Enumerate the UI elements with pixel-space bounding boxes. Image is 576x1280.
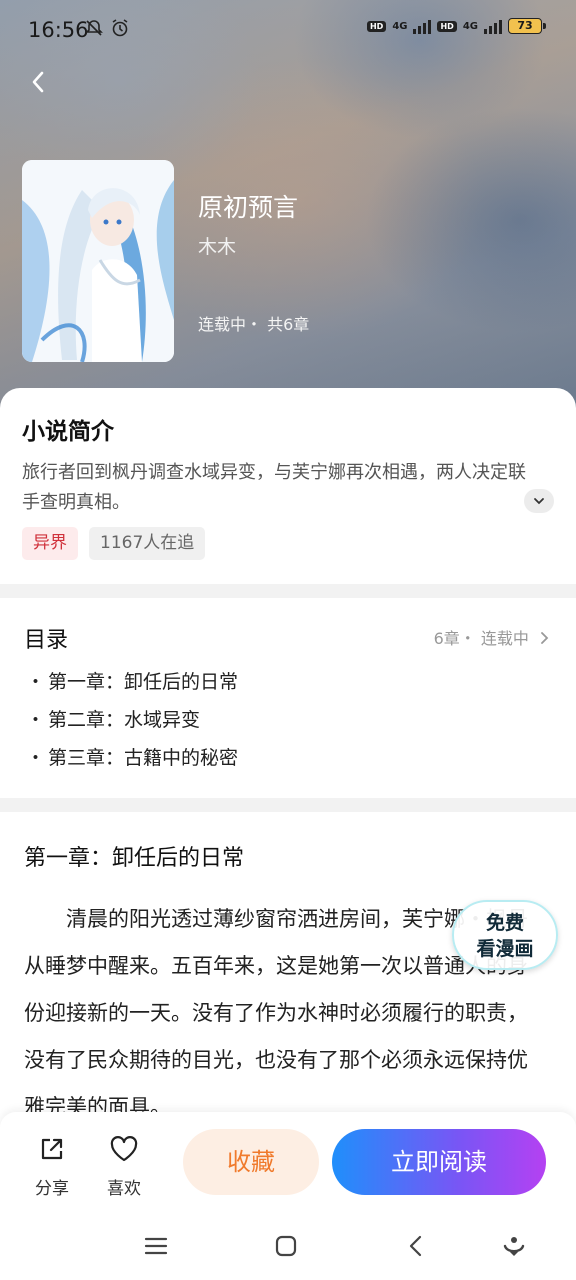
hd-icon: HD [366, 20, 387, 32]
intro-heading: 小说简介 [22, 419, 114, 445]
book-title: 原初预言 [198, 193, 299, 222]
like-label: 喜欢 [107, 1179, 141, 1199]
book-author[interactable]: 木木 [198, 232, 236, 259]
favorite-button[interactable]: 收藏 [183, 1129, 319, 1195]
share-button[interactable]: 分享 [22, 1134, 82, 1199]
bell-muted-icon [85, 20, 103, 36]
back-button[interactable] [22, 64, 58, 100]
share-icon [41, 1138, 63, 1160]
bullet: ・ [26, 671, 46, 693]
menu-icon [144, 1237, 168, 1255]
hd-icon: HD [437, 20, 457, 32]
badge-line-1: 免费 [485, 912, 524, 934]
free-comic-badge[interactable]: 免费 看漫画 [452, 900, 558, 970]
status-notification-icons [84, 18, 130, 38]
status-bar: 16:56 HD 4G HD 4G 73 [0, 0, 576, 60]
catalog-heading: 目录 [24, 628, 69, 653]
chapter-item[interactable]: ・第三章：古籍中的秘密 [26, 742, 238, 780]
nav-assistant-button[interactable] [498, 1230, 530, 1262]
like-button[interactable]: 喜欢 [94, 1134, 154, 1199]
intro-section: 小说简介 旅行者回到枫丹调查水域异变，与芙宁娜再次相遇，两人决定联手查明真相。 … [0, 388, 576, 584]
preview-chapter-title: 第一章：卸任后的日常 [24, 846, 245, 871]
system-nav-bar [0, 1212, 576, 1280]
book-cover[interactable] [22, 160, 174, 362]
nav-back-button[interactable] [400, 1230, 432, 1262]
share-label: 分享 [35, 1179, 69, 1199]
nav-home-button[interactable] [270, 1230, 302, 1262]
chapter-title: 第三章：古籍中的秘密 [48, 747, 239, 769]
read-now-button[interactable]: 立即阅读 [332, 1129, 546, 1195]
chevron-right-icon [541, 632, 549, 644]
home-square-icon [275, 1235, 297, 1257]
chapter-title: 第一章：卸任后的日常 [48, 671, 239, 693]
bullet: ・ [26, 709, 46, 731]
chapter-item[interactable]: ・第一章：卸任后的日常 [26, 666, 238, 704]
heart-icon [110, 1136, 138, 1162]
expand-intro-button[interactable] [524, 489, 554, 513]
assistant-icon [503, 1237, 525, 1256]
chevron-left-icon [32, 71, 44, 93]
chapter-item[interactable]: ・第二章：水域异变 [26, 704, 238, 742]
catalog-more-link[interactable]: 6章・ 连载中 [434, 625, 550, 649]
nav-menu-button[interactable] [140, 1230, 172, 1262]
chevron-down-icon [534, 498, 544, 505]
network-type-2: 4G [462, 20, 478, 32]
section-divider [0, 584, 576, 598]
signal-icon [413, 18, 432, 34]
cover-illustration [22, 160, 174, 362]
book-status-meta: 连载中・ 共6章 [198, 315, 310, 334]
status-right-group: HD 4G HD 4G 73 [366, 18, 546, 34]
genre-tag[interactable]: 异界 [22, 527, 78, 560]
signal-icon [484, 18, 502, 34]
catalog-meta-text: 6章・ 连载中 [433, 629, 529, 648]
chapter-list: ・第一章：卸任后的日常 ・第二章：水域异变 ・第三章：古籍中的秘密 [26, 666, 238, 780]
battery-icon: 73 [508, 18, 546, 34]
bullet: ・ [26, 747, 46, 769]
section-divider [0, 798, 576, 812]
intro-text: 旅行者回到枫丹调查水域异变，与芙宁娜再次相遇，两人决定联手查明真相。 [22, 462, 526, 513]
alarm-icon [112, 19, 128, 37]
back-arrow-icon [409, 1235, 422, 1257]
followers-tag: 1167人在追 [89, 527, 206, 560]
badge-line-2: 看漫画 [476, 938, 534, 960]
bottom-action-bar: 分享 喜欢 收藏 立即阅读 [0, 1112, 576, 1212]
status-time: 16:56 [28, 18, 89, 42]
network-type-1: 4G [392, 20, 408, 32]
chapter-preview: 第一章：卸任后的日常 清晨的阳光透过薄纱窗帘洒进房间，芙宁娜・枫丹从睡梦中醒来。… [0, 812, 576, 1132]
chapter-title: 第二章：水域异变 [48, 709, 201, 731]
catalog-section: 目录 6章・ 连载中 ・第一章：卸任后的日常 ・第二章：水域异变 ・第三章：古籍… [0, 598, 576, 798]
